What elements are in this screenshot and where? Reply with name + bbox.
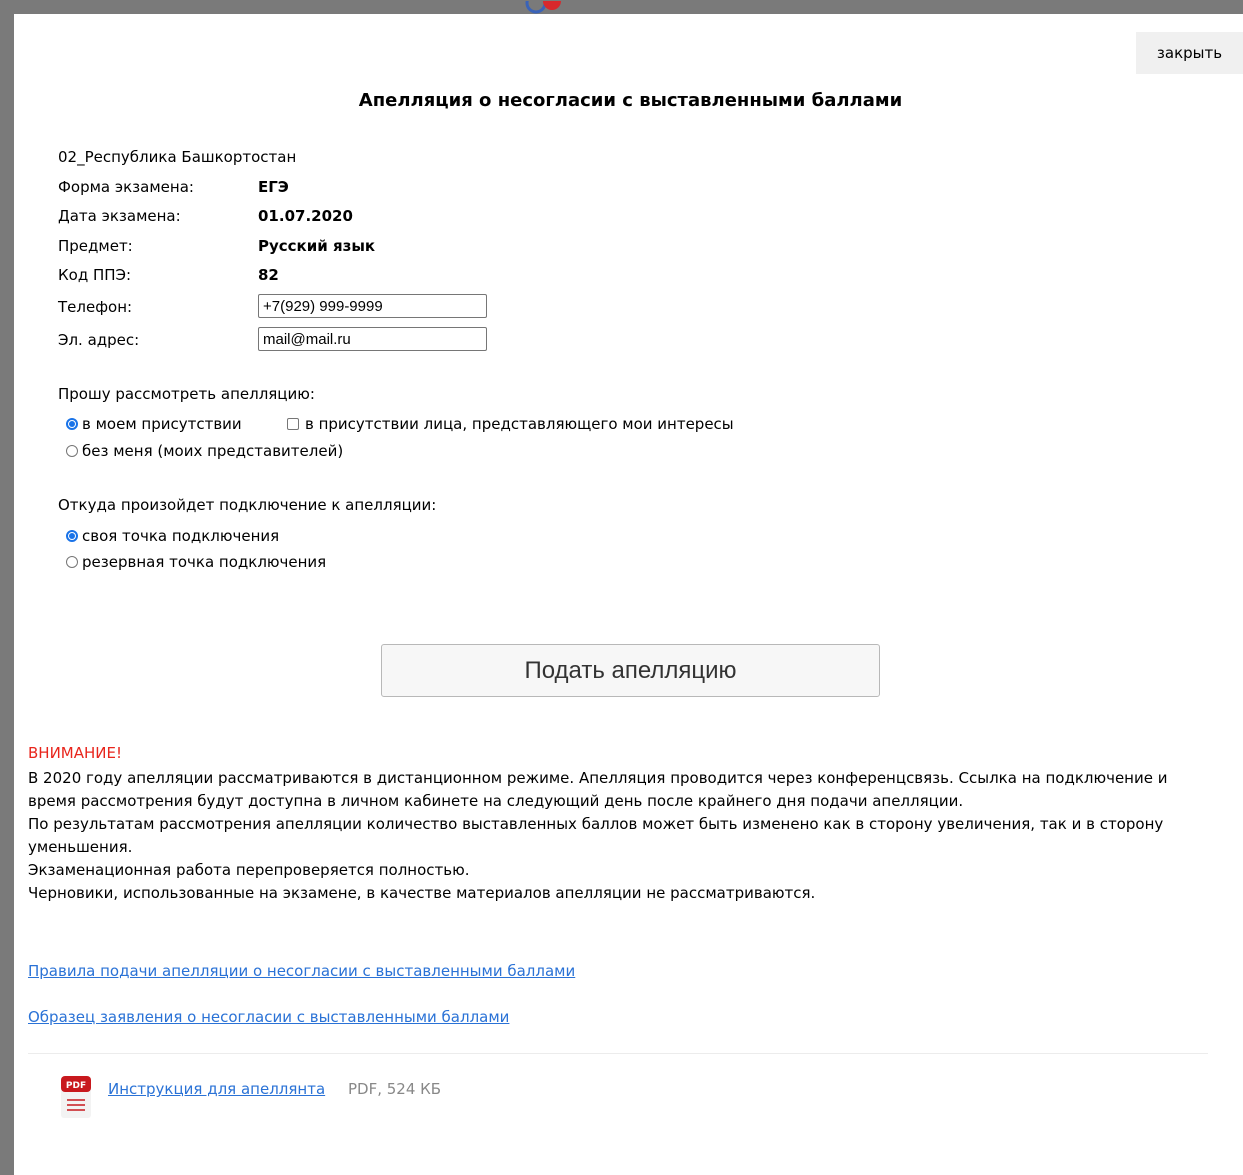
warning-title: ВНИМАНИЕ! — [28, 744, 122, 762]
email-input[interactable] — [258, 327, 487, 351]
connection-options-label: Откуда произойдет подключение к апелляци… — [58, 496, 437, 514]
in-presence-option[interactable]: в моем присутствии — [66, 415, 242, 433]
subject-value: Русский язык — [258, 237, 376, 255]
file-meta: PDF, 524 КБ — [348, 1080, 442, 1098]
warning-paragraph: Черновики, использованные на экзамене, в… — [28, 884, 816, 902]
dialog-title: Апелляция о несогласии с выставленными б… — [358, 90, 903, 111]
own-point-label: своя точка подключения — [82, 527, 280, 545]
ppe-code-label: Код ППЭ: — [58, 266, 132, 284]
in-presence-radio[interactable] — [66, 418, 78, 430]
exam-form-value: ЕГЭ — [258, 178, 289, 196]
close-button[interactable]: закрыть — [1136, 32, 1243, 74]
pdf-file-icon: PDF — [61, 1076, 91, 1118]
divider — [28, 1053, 1208, 1054]
representative-label: в присутствии лица, представляющего мои … — [305, 415, 734, 433]
rules-link[interactable]: Правила подачи апелляции о несогласии с … — [28, 962, 575, 980]
in-presence-label: в моем присутствии — [82, 415, 242, 433]
pdf-icon-text: PDF — [66, 1081, 86, 1091]
warning-paragraph: В 2020 году апелляции рассматриваются в … — [28, 769, 1168, 810]
own-point-option[interactable]: своя точка подключения — [66, 527, 279, 545]
phone-label: Телефон: — [58, 298, 133, 316]
sample-link[interactable]: Образец заявления о несогласии с выставл… — [28, 1008, 509, 1026]
review-options-label: Прошу рассмотреть апелляцию: — [58, 385, 315, 403]
without-me-radio[interactable] — [66, 445, 78, 457]
phone-input[interactable] — [258, 294, 487, 318]
warning-text: В 2020 году апелляции рассматриваются в … — [28, 767, 1218, 905]
backup-point-radio[interactable] — [66, 556, 78, 568]
subject-label: Предмет: — [58, 237, 133, 255]
backup-point-option[interactable]: резервная точка подключения — [66, 553, 326, 571]
warning-paragraph: По результатам рассмотрения апелляции ко… — [28, 815, 1164, 856]
exam-date-label: Дата экзамена: — [58, 207, 181, 225]
warning-paragraph: Экзаменационная работа перепроверяется п… — [28, 861, 470, 879]
site-logo-fragment — [510, 0, 590, 14]
region-name: 02_Республика Башкортостан — [58, 148, 297, 166]
without-me-option[interactable]: без меня (моих представителей) — [66, 442, 343, 460]
ppe-code-value: 82 — [258, 266, 279, 284]
representative-option[interactable]: в присутствии лица, представляющего мои … — [287, 415, 734, 433]
submit-appeal-button[interactable]: Подать апелляцию — [381, 644, 880, 697]
own-point-radio[interactable] — [66, 530, 78, 542]
exam-date-value: 01.07.2020 — [258, 207, 353, 225]
without-me-label: без меня (моих представителей) — [82, 442, 344, 460]
representative-checkbox[interactable] — [287, 418, 299, 430]
exam-form-label: Форма экзамена: — [58, 178, 194, 196]
instruction-link[interactable]: Инструкция для апеллянта — [108, 1080, 325, 1098]
backup-point-label: резервная точка подключения — [82, 553, 327, 571]
appeal-dialog: закрыть Апелляция о несогласии с выставл… — [14, 14, 1243, 1175]
email-label: Эл. адрес: — [58, 331, 140, 349]
